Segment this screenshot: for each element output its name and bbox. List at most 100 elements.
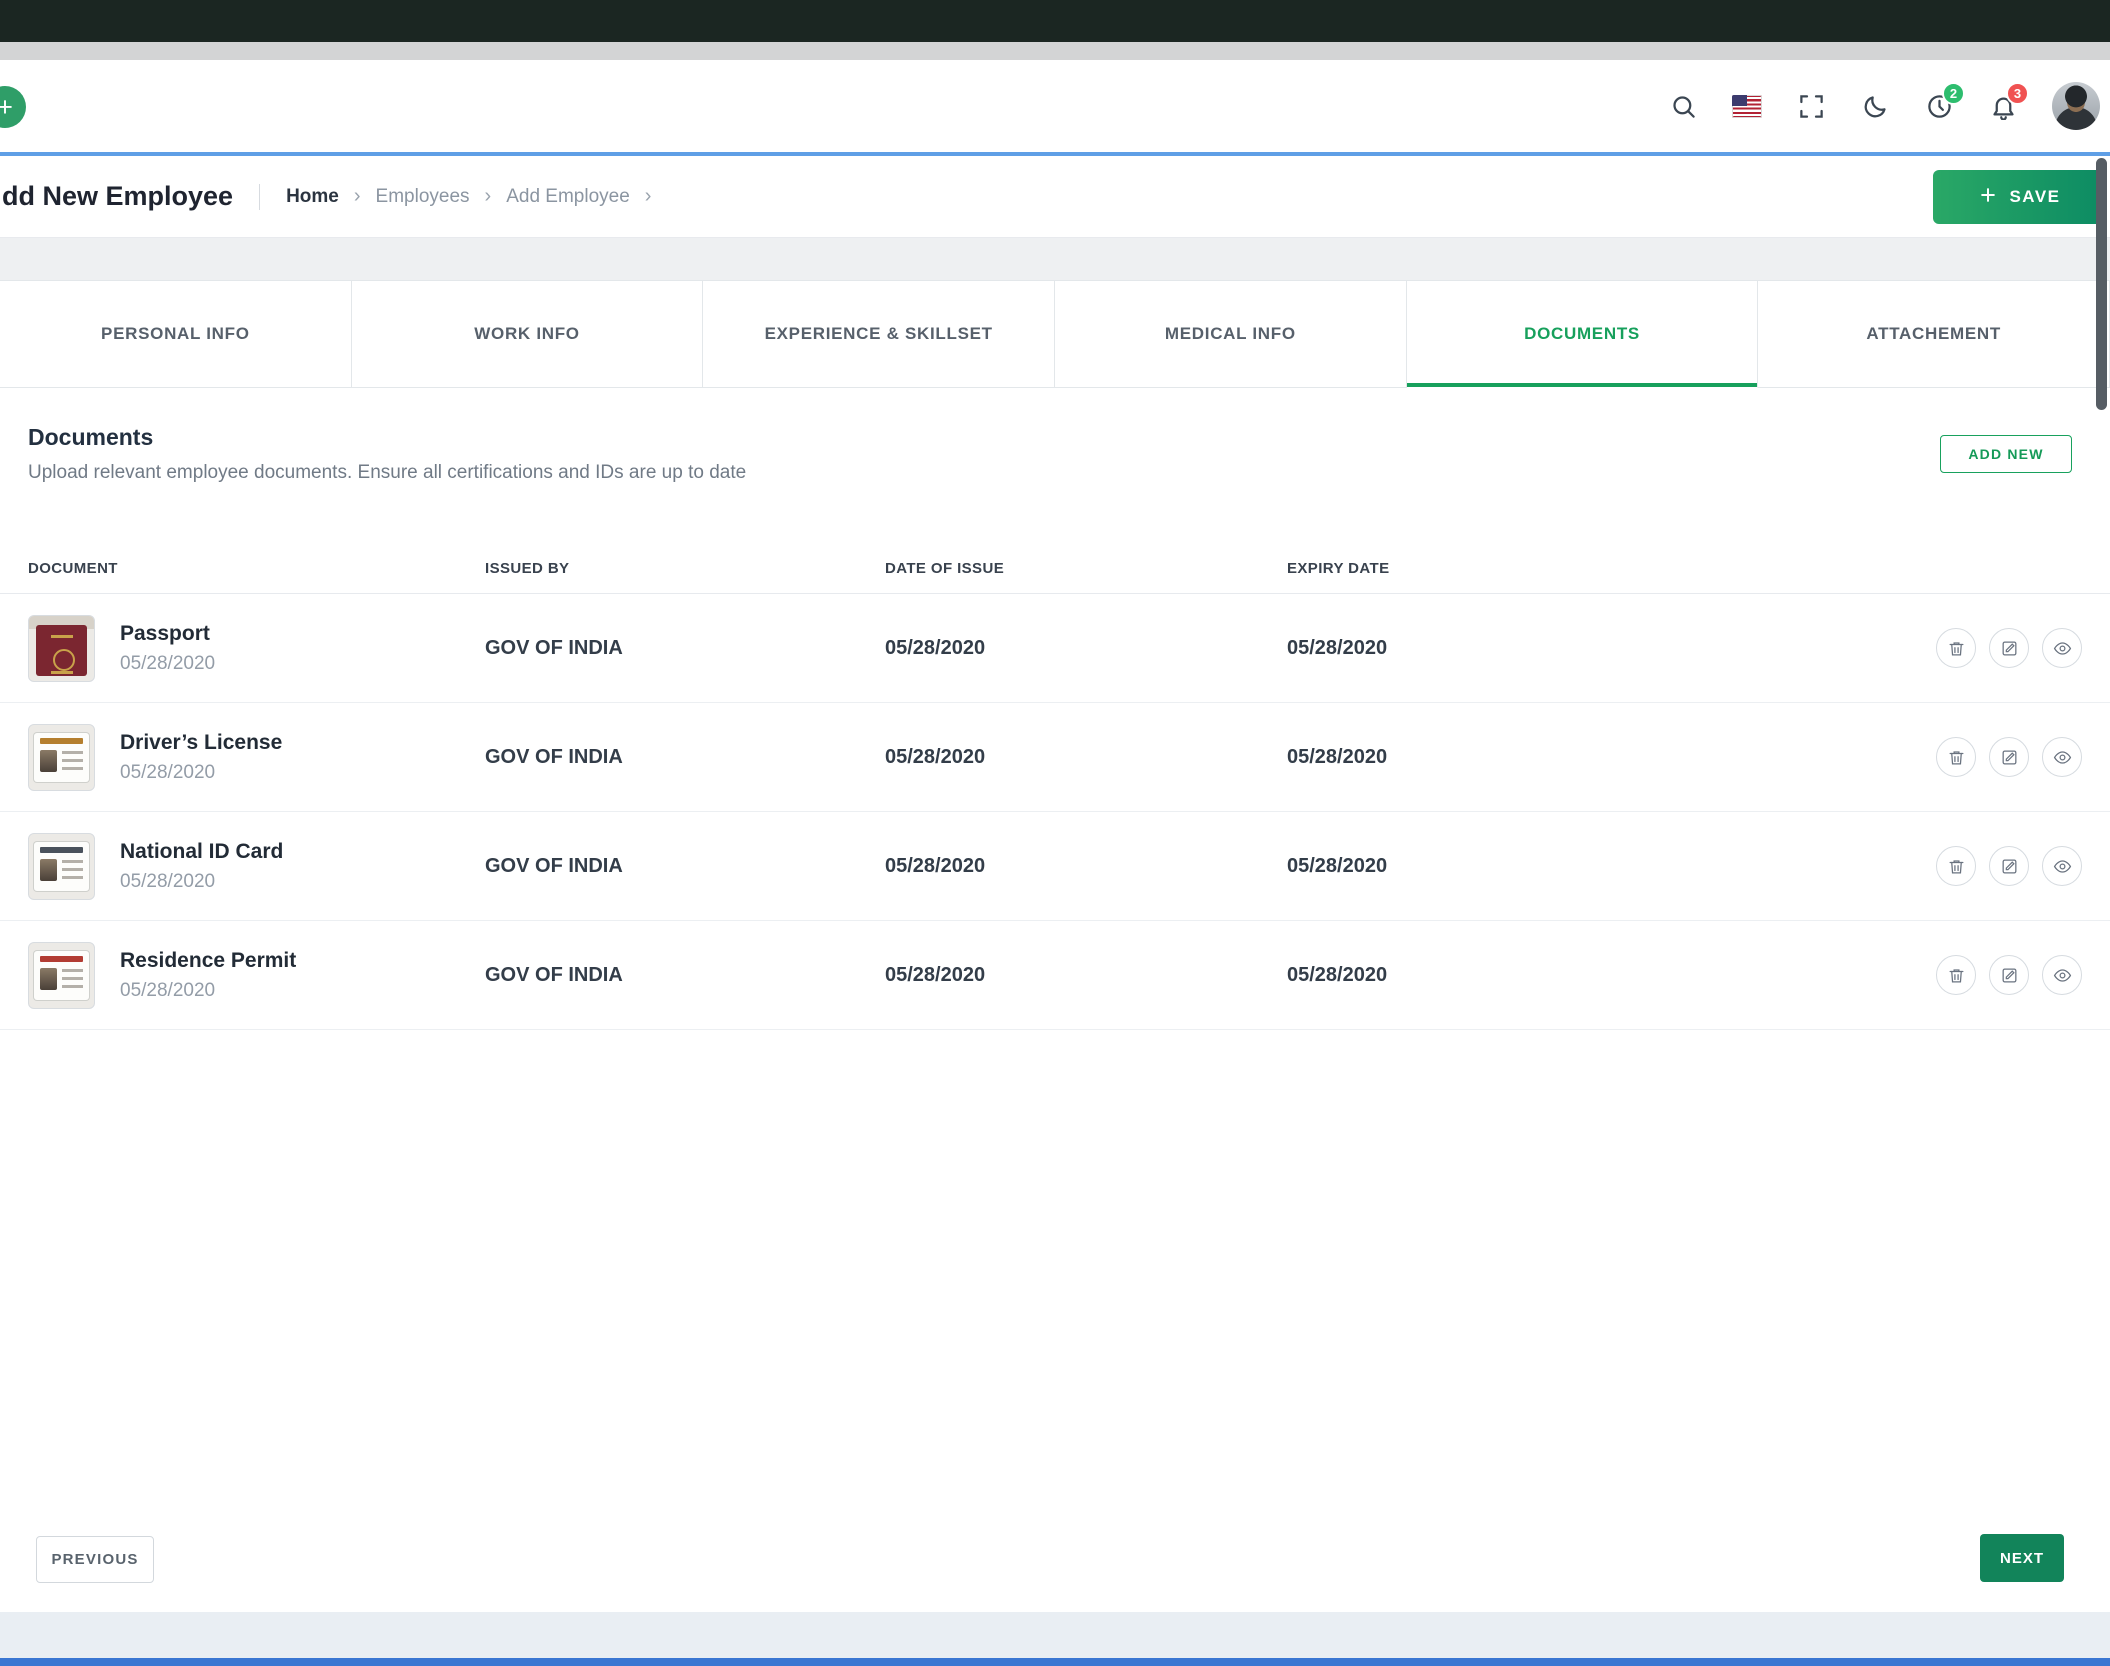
page-title: dd New Employee [2, 181, 234, 211]
title-divider [259, 183, 261, 210]
document-name: Passport [120, 621, 210, 645]
tab-documents[interactable]: DOCUMENTS [1406, 281, 1759, 388]
date-of-issue-value: 05/28/2020 [885, 636, 986, 659]
fullscreen-button[interactable] [1796, 91, 1826, 121]
view-button[interactable] [2042, 737, 2082, 777]
view-button[interactable] [2042, 955, 2082, 995]
trash-icon [1949, 750, 1963, 764]
search-icon [1670, 93, 1697, 120]
column-header-document: DOCUMENT [28, 560, 118, 577]
delete-button[interactable] [1936, 846, 1976, 886]
app-header: + 2 3 [0, 60, 2110, 152]
delete-button[interactable] [1936, 955, 1976, 995]
trash-icon [1949, 641, 1963, 655]
date-of-issue-value: 05/28/2020 [885, 745, 986, 768]
column-header-issued-by: ISSUED BY [485, 560, 570, 577]
date-of-issue-value: 05/28/2020 [885, 963, 986, 986]
document-name: Residence Permit [120, 948, 297, 972]
documents-table: DOCUMENT ISSUED BY DATE OF ISSUE EXPIRY … [0, 538, 2110, 1030]
edit-button[interactable] [1989, 737, 2029, 777]
expiry-date-value: 05/28/2020 [1287, 963, 1388, 986]
breadcrumb: Home › Employees › Add Employee › [286, 185, 651, 208]
screen: + 2 3 dd New Employee Home › Employees ›… [0, 0, 2110, 1666]
edit-icon [2002, 641, 2016, 655]
trash-icon [1949, 968, 1963, 982]
previous-button[interactable]: PREVIOUS [36, 1536, 154, 1583]
plus-icon [1978, 185, 1998, 210]
table-row: National ID Card 05/28/2020 GOV OF INDIA… [0, 812, 2110, 921]
expiry-date-value: 05/28/2020 [1287, 854, 1388, 877]
expiry-date-value: 05/28/2020 [1287, 745, 1388, 768]
table-header-row: DOCUMENT ISSUED BY DATE OF ISSUE EXPIRY … [0, 538, 2110, 594]
column-header-expiry-date: EXPIRY DATE [1287, 560, 1390, 577]
document-date: 05/28/2020 [120, 979, 216, 1001]
fullscreen-icon [1798, 93, 1825, 120]
eye-icon [2053, 859, 2071, 873]
window-top-bar [0, 0, 2110, 42]
issued-by-value: GOV OF INDIA [485, 963, 623, 986]
tab-attachement[interactable]: ATTACHEMENT [1758, 281, 2110, 388]
edit-button[interactable] [1989, 846, 2029, 886]
edit-icon [2002, 968, 2016, 982]
language-button[interactable] [1732, 91, 1762, 121]
date-of-issue-value: 05/28/2020 [885, 854, 986, 877]
documents-header: Documents Upload relevant employee docum… [28, 424, 746, 484]
notifications-button[interactable]: 3 [1988, 82, 2029, 121]
tab-personal-info[interactable]: PERSONAL INFO [0, 281, 352, 388]
view-button[interactable] [2042, 628, 2082, 668]
trash-icon [1949, 859, 1963, 873]
documents-card: Documents Upload relevant employee docum… [0, 388, 2110, 1612]
quick-add-button[interactable]: + [0, 86, 26, 128]
tab-experience-skillset[interactable]: EXPERIENCE & SKILLSET [703, 281, 1056, 388]
dark-mode-button[interactable] [1860, 91, 1890, 121]
table-row: Driver’s License 05/28/2020 GOV OF INDIA… [0, 703, 2110, 812]
eye-icon [2053, 641, 2071, 655]
breadcrumb-employees[interactable]: Employees [376, 186, 470, 208]
edit-button[interactable] [1989, 955, 2029, 995]
chevron-right-icon: › [644, 185, 652, 207]
passport-thumbnail [28, 614, 95, 682]
search-button[interactable] [1668, 91, 1698, 121]
avatar[interactable] [2052, 82, 2100, 130]
drivers-license-thumbnail [28, 723, 95, 791]
save-button-label: SAVE [2009, 187, 2061, 206]
documents-heading: Documents [28, 424, 154, 450]
tab-medical-info[interactable]: MEDICAL INFO [1055, 281, 1407, 388]
residence-permit-thumbnail [28, 941, 95, 1009]
tab-bar: PERSONAL INFO WORK INFO EXPERIENCE & SKI… [0, 280, 2110, 388]
history-button[interactable]: 2 [1924, 82, 1965, 121]
document-date: 05/28/2020 [120, 761, 216, 783]
next-button[interactable]: NEXT [1980, 1534, 2064, 1582]
breadcrumb-home[interactable]: Home [286, 186, 339, 208]
document-date: 05/28/2020 [120, 870, 216, 892]
tab-work-info[interactable]: WORK INFO [351, 281, 704, 388]
eye-icon [2053, 750, 2071, 764]
page-title-bar: dd New Employee Home › Employees › Add E… [0, 156, 2110, 238]
save-button[interactable]: SAVE [1933, 170, 2106, 224]
delete-button[interactable] [1936, 628, 1976, 668]
edit-button[interactable] [1989, 628, 2029, 668]
moon-icon [1862, 93, 1889, 120]
bottom-blue-bar [0, 1658, 2110, 1666]
breadcrumb-add-employee[interactable]: Add Employee [506, 186, 630, 208]
chevron-right-icon: › [353, 185, 361, 207]
us-flag-icon [1732, 94, 1762, 118]
table-row: Passport 05/28/2020 GOV OF INDIA 05/28/2… [0, 594, 2110, 703]
bell-badge: 3 [2006, 82, 2029, 105]
edit-icon [2002, 859, 2016, 873]
scrollbar-thumb[interactable] [2096, 158, 2107, 410]
expiry-date-value: 05/28/2020 [1287, 636, 1388, 659]
clock-badge: 2 [1942, 82, 1965, 105]
document-date: 05/28/2020 [120, 652, 216, 674]
column-header-date-of-issue: DATE OF ISSUE [885, 560, 1005, 577]
delete-button[interactable] [1936, 737, 1976, 777]
issued-by-value: GOV OF INDIA [485, 636, 623, 659]
bottom-strip [0, 1612, 2110, 1658]
view-button[interactable] [2042, 846, 2082, 886]
eye-icon [2053, 968, 2071, 982]
edit-icon [2002, 750, 2016, 764]
add-new-button[interactable]: ADD NEW [1940, 435, 2072, 473]
document-name: National ID Card [120, 839, 284, 863]
document-name: Driver’s License [120, 730, 283, 754]
chevron-right-icon: › [484, 185, 492, 207]
